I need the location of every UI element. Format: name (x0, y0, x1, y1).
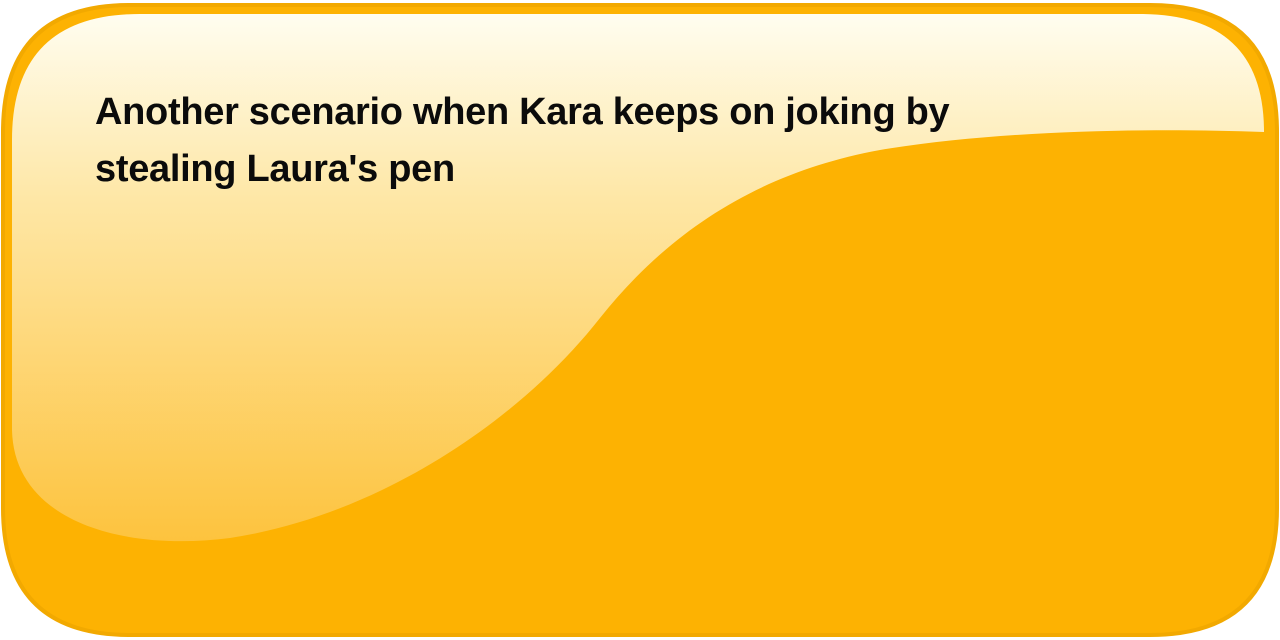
slide: Another scenario when Kara keeps on joki… (0, 0, 1280, 640)
slide-text: Another scenario when Kara keeps on joki… (95, 91, 950, 190)
